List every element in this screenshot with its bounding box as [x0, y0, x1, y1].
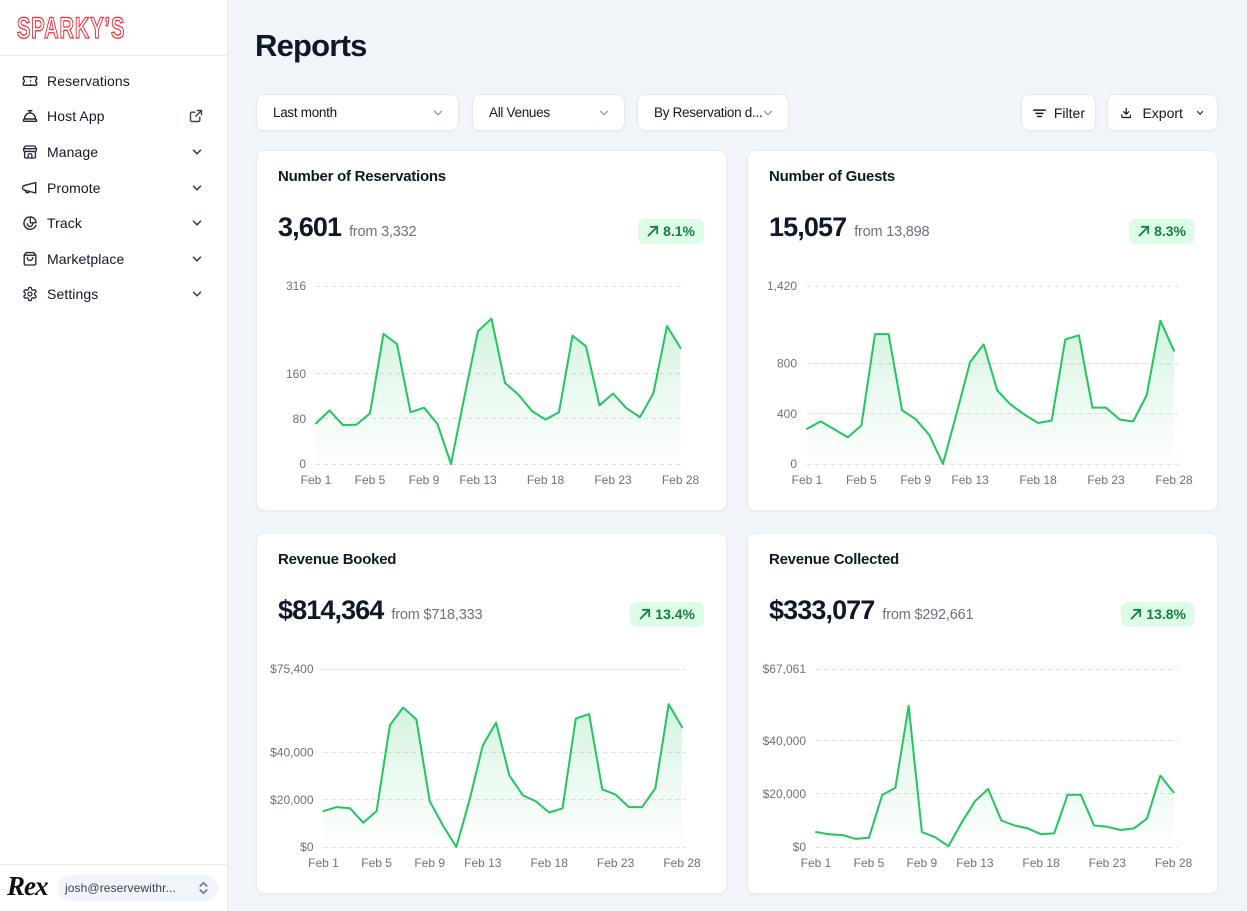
svg-text:316: 316 — [286, 279, 306, 293]
svg-text:Feb 9: Feb 9 — [900, 473, 931, 487]
svg-text:Feb 1: Feb 1 — [792, 473, 823, 487]
svg-text:Feb 5: Feb 5 — [355, 473, 386, 487]
svg-text:80: 80 — [293, 412, 307, 426]
svg-text:Feb 28: Feb 28 — [663, 856, 701, 870]
svg-text:$40,000: $40,000 — [763, 734, 807, 748]
svg-text:Feb 5: Feb 5 — [854, 856, 885, 870]
svg-text:Feb 5: Feb 5 — [361, 856, 392, 870]
svg-text:Feb 23: Feb 23 — [1087, 473, 1125, 487]
svg-text:Feb 9: Feb 9 — [409, 473, 440, 487]
svg-text:Feb 13: Feb 13 — [464, 856, 502, 870]
svg-text:Feb 28: Feb 28 — [662, 473, 700, 487]
svg-text:Feb 23: Feb 23 — [1089, 856, 1127, 870]
svg-text:1,420: 1,420 — [767, 279, 797, 293]
svg-text:800: 800 — [777, 357, 797, 371]
svg-text:Feb 1: Feb 1 — [801, 856, 832, 870]
svg-text:Feb 28: Feb 28 — [1155, 473, 1193, 487]
svg-text:0: 0 — [299, 457, 306, 471]
svg-text:Feb 18: Feb 18 — [1022, 856, 1060, 870]
svg-text:$67,061: $67,061 — [763, 662, 807, 676]
svg-text:Feb 1: Feb 1 — [308, 856, 339, 870]
svg-text:Feb 1: Feb 1 — [301, 473, 332, 487]
svg-text:$20,000: $20,000 — [763, 787, 807, 801]
svg-text:$0: $0 — [793, 840, 807, 854]
svg-text:Feb 13: Feb 13 — [956, 856, 994, 870]
svg-text:Feb 9: Feb 9 — [907, 856, 938, 870]
svg-text:Feb 18: Feb 18 — [531, 856, 569, 870]
svg-text:$40,000: $40,000 — [270, 746, 314, 760]
svg-text:Feb 28: Feb 28 — [1155, 856, 1193, 870]
svg-text:Feb 18: Feb 18 — [527, 473, 565, 487]
svg-text:$20,000: $20,000 — [270, 793, 314, 807]
svg-text:Feb 18: Feb 18 — [1019, 473, 1057, 487]
svg-text:0: 0 — [790, 457, 797, 471]
svg-text:Feb 13: Feb 13 — [459, 473, 497, 487]
svg-text:$75,400: $75,400 — [270, 662, 314, 676]
svg-text:Feb 5: Feb 5 — [846, 473, 877, 487]
svg-text:Feb 23: Feb 23 — [594, 473, 632, 487]
svg-text:Feb 23: Feb 23 — [597, 856, 635, 870]
svg-text:Feb 13: Feb 13 — [951, 473, 989, 487]
svg-text:400: 400 — [777, 407, 797, 421]
svg-text:Feb 9: Feb 9 — [414, 856, 445, 870]
svg-text:160: 160 — [286, 367, 306, 381]
svg-text:$0: $0 — [300, 840, 314, 854]
